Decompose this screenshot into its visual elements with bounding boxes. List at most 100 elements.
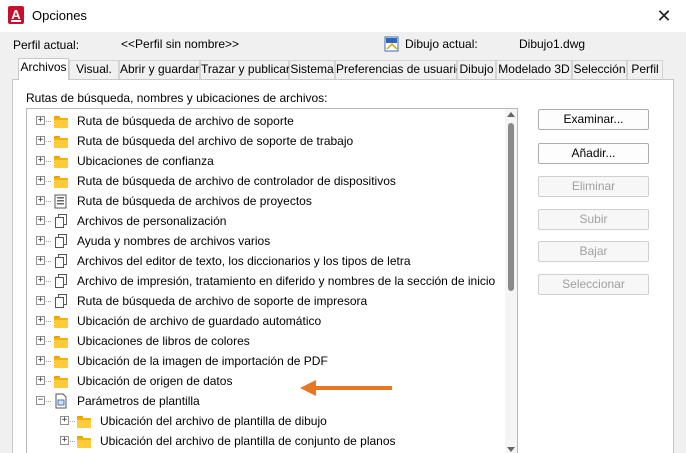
- scroll-down-arrow-icon[interactable]: [507, 447, 515, 452]
- tree-item[interactable]: + Ubicación de la imagen de importación d…: [27, 351, 507, 371]
- expand-plus-icon[interactable]: +: [36, 356, 45, 365]
- project-icon: [53, 193, 69, 209]
- browse-button[interactable]: Examinar...: [538, 109, 649, 130]
- search-paths-tree[interactable]: + Ruta de búsqueda de archivo de soporte +…: [26, 108, 518, 453]
- folder-icon: [53, 353, 69, 369]
- tree-item[interactable]: + Ruta de búsqueda del archivo de soporte…: [27, 131, 507, 151]
- folder-icon: [76, 413, 92, 429]
- tab-drafting[interactable]: Dibujo: [457, 60, 496, 79]
- tree-item[interactable]: + Archivo de impresión, tratamiento en di…: [27, 271, 507, 291]
- folder-icon: [53, 373, 69, 389]
- folder-icon: [53, 333, 69, 349]
- expand-plus-icon[interactable]: +: [60, 416, 69, 425]
- current-profile-label: Perfil actual:: [13, 38, 80, 52]
- drawing-file-icon: [384, 36, 399, 52]
- tab-open-and-save[interactable]: Abrir y guardar: [119, 60, 200, 79]
- expand-plus-icon[interactable]: +: [36, 296, 45, 305]
- tree-item[interactable]: + Archivos de personalización: [27, 211, 507, 231]
- tree-item[interactable]: + Ruta de búsqueda de archivos de proyect…: [27, 191, 507, 211]
- files-tab-panel: Rutas de búsqueda, nombres y ubicaciones…: [12, 79, 674, 453]
- tree-connector: [46, 321, 51, 322]
- expand-plus-icon[interactable]: +: [36, 196, 45, 205]
- move-up-button[interactable]: Subir: [538, 209, 649, 230]
- tree-item[interactable]: + Archivos del editor de texto, los dicci…: [27, 251, 507, 271]
- scroll-thumb[interactable]: [508, 123, 514, 291]
- tree-item-label: Ruta de búsqueda del archivo de soporte …: [77, 134, 354, 148]
- expand-plus-icon[interactable]: +: [36, 376, 45, 385]
- move-down-button[interactable]: Bajar: [538, 241, 649, 262]
- documents-icon: [53, 213, 69, 229]
- tree-item[interactable]: + Ubicaciones de libros de colores: [27, 331, 507, 351]
- tree-item[interactable]: + Ruta de búsqueda de archivo de soporte: [27, 111, 507, 131]
- tree-connector: [46, 221, 51, 222]
- current-drawing-value: Dibujo1.dwg: [519, 37, 586, 51]
- callout-arrow-line: [312, 386, 392, 390]
- tree-connector: [46, 381, 51, 382]
- tree-item-label: Ubicación del archivo de plantilla de co…: [100, 434, 396, 448]
- expand-plus-icon[interactable]: +: [36, 256, 45, 265]
- expand-plus-icon[interactable]: +: [36, 156, 45, 165]
- tree-connector: [46, 281, 51, 282]
- tree-connector: [70, 421, 75, 422]
- tree-item-label: Ubicaciones de libros de colores: [77, 334, 250, 348]
- documents-icon: [53, 233, 69, 249]
- scroll-up-arrow-icon[interactable]: [507, 112, 515, 117]
- tree-connector: [46, 401, 51, 402]
- documents-icon: [53, 273, 69, 289]
- set-current-button[interactable]: Seleccionar: [538, 274, 649, 295]
- tree-item-label: Ubicaciones de confianza: [77, 154, 214, 168]
- tab-display[interactable]: Visual.: [69, 60, 119, 79]
- tree-connector: [46, 301, 51, 302]
- expand-plus-icon[interactable]: +: [36, 336, 45, 345]
- tree-item-label: Ubicación de archivo de guardado automát…: [77, 314, 322, 328]
- callout-arrow-head-icon: [300, 380, 316, 396]
- tree-item-label: Ruta de búsqueda de archivo de soporte: [77, 114, 294, 128]
- expand-plus-icon[interactable]: +: [36, 236, 45, 245]
- tree-item-label: Ubicación del archivo de plantilla de di…: [100, 414, 327, 428]
- profile-row: Perfil actual: <<Perfil sin nombre>> Dib…: [0, 32, 686, 58]
- tree-item[interactable]: + Ubicación del archivo de plantilla de c…: [27, 431, 507, 451]
- remove-button[interactable]: Eliminar: [538, 176, 649, 197]
- tree-connector: [46, 181, 51, 182]
- expand-plus-icon[interactable]: +: [36, 276, 45, 285]
- folder-icon: [53, 153, 69, 169]
- tree-item[interactable]: + Ubicaciones de confianza: [27, 151, 507, 171]
- current-profile-value: <<Perfil sin nombre>>: [121, 37, 240, 51]
- tab-3d-modeling[interactable]: Modelado 3D: [496, 60, 572, 79]
- tab-user-preferences[interactable]: Preferencias de usuario: [335, 60, 463, 79]
- tab-plot-and-publish[interactable]: Trazar y publicar: [200, 60, 290, 79]
- tab-selection[interactable]: Selección: [572, 60, 627, 79]
- tree-item[interactable]: + Ubicación de origen de datos: [27, 371, 507, 391]
- tree-item[interactable]: + Ubicación del archivo de plantilla de d…: [27, 411, 507, 431]
- tree-connector: [46, 361, 51, 362]
- expand-plus-icon[interactable]: +: [36, 116, 45, 125]
- tab-profiles[interactable]: Perfil: [627, 60, 663, 79]
- collapse-minus-icon[interactable]: −: [36, 396, 45, 405]
- tree-item[interactable]: + Ubicación de archivo de guardado automá…: [27, 311, 507, 331]
- title-bar: A Opciones ✕: [0, 0, 686, 32]
- options-tabs: Archivos Visual. Abrir y guardar Trazar …: [12, 58, 674, 80]
- tree-item[interactable]: − Parámetros de plantilla: [27, 391, 507, 411]
- tree-connector: [46, 141, 51, 142]
- tree-vertical-scrollbar[interactable]: [505, 109, 517, 453]
- tab-system[interactable]: Sistema: [289, 60, 335, 79]
- expand-plus-icon[interactable]: +: [36, 176, 45, 185]
- current-drawing-label: Dibujo actual:: [405, 37, 478, 51]
- tab-files[interactable]: Archivos: [18, 58, 69, 80]
- tree-item[interactable]: + Ayuda y nombres de archivos varios: [27, 231, 507, 251]
- tree-item[interactable]: + Ruta de búsqueda de archivo de soporte …: [27, 291, 507, 311]
- tree-item-label: Archivos del editor de texto, los diccio…: [77, 254, 411, 268]
- template-icon: [53, 393, 69, 409]
- expand-plus-icon[interactable]: +: [36, 216, 45, 225]
- close-button[interactable]: ✕: [642, 0, 686, 32]
- add-button[interactable]: Añadir...: [538, 143, 649, 164]
- tree-item-label: Ubicación de origen de datos: [77, 374, 233, 388]
- expand-plus-icon[interactable]: +: [36, 316, 45, 325]
- tree-connector: [46, 161, 51, 162]
- expand-plus-icon[interactable]: +: [60, 436, 69, 445]
- documents-icon: [53, 253, 69, 269]
- tree-item-label: Ayuda y nombres de archivos varios: [77, 234, 271, 248]
- tree-item[interactable]: + Ruta de búsqueda de archivo de controla…: [27, 171, 507, 191]
- expand-plus-icon[interactable]: +: [36, 136, 45, 145]
- tree-connector: [46, 341, 51, 342]
